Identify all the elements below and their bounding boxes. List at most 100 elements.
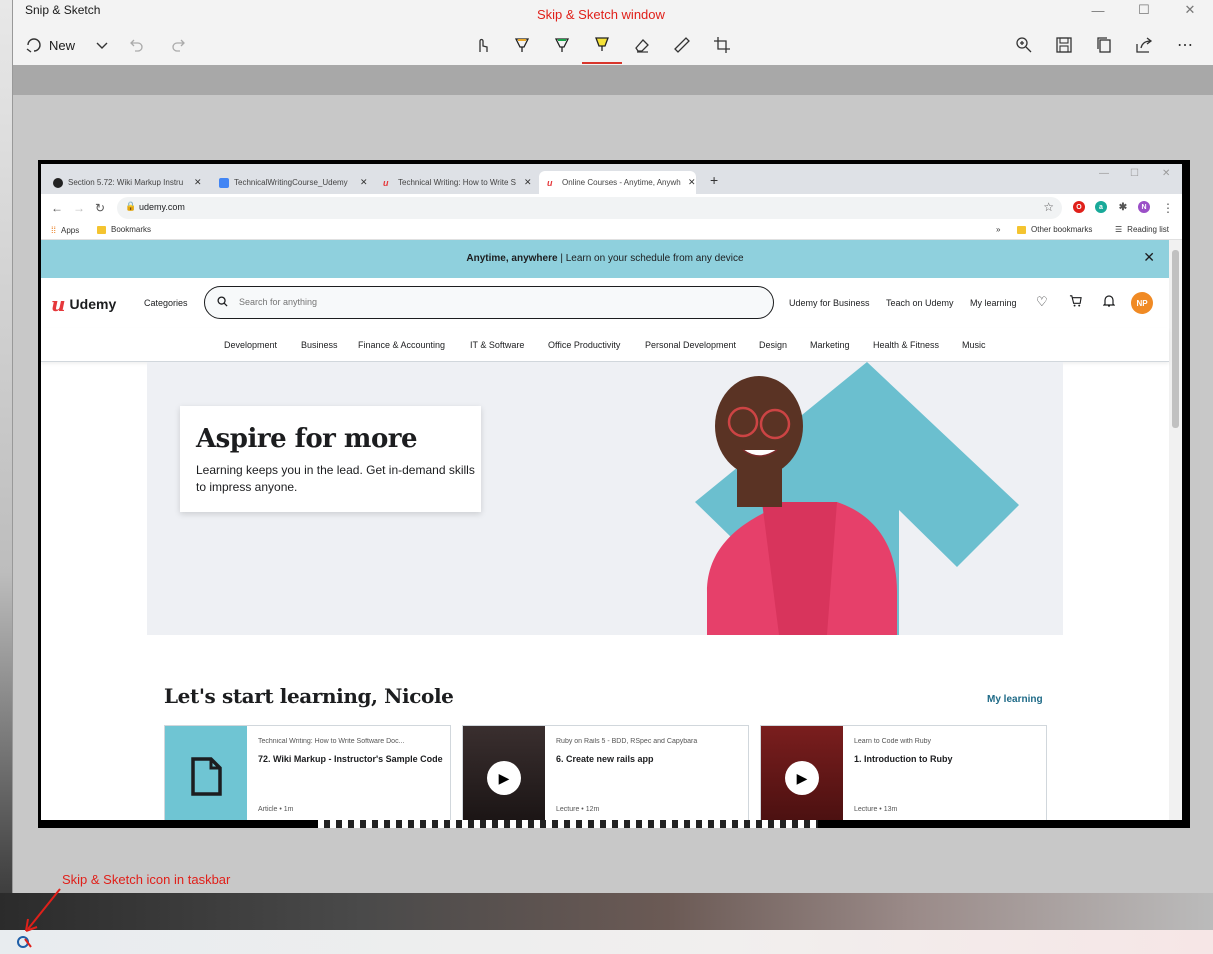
copy-button[interactable] <box>1095 32 1113 58</box>
ballpoint-pen-button[interactable] <box>513 32 531 58</box>
udemy-logo[interactable]: u Udemy <box>51 292 116 316</box>
close-button[interactable]: ✕ <box>1167 0 1213 20</box>
user-avatar[interactable]: NP <box>1131 292 1153 314</box>
browser-tab-bar: Section 5.72: Wiki Markup Instru ✕ Techn… <box>41 164 1182 194</box>
browser-tab[interactable]: u Technical Writing: How to Write S ✕ <box>375 171 532 194</box>
new-label: New <box>49 37 76 53</box>
profile-avatar[interactable]: N <box>1138 201 1150 213</box>
pencil-button[interactable] <box>553 32 571 58</box>
undo-icon <box>130 39 143 52</box>
reading-list-button[interactable]: ☰ Reading list <box>1115 225 1169 234</box>
ruler-icon <box>674 37 690 53</box>
wishlist-heart-icon[interactable]: ♡ <box>1036 294 1048 310</box>
my-learning-link[interactable]: My learning <box>970 298 1017 308</box>
category-link[interactable]: Business <box>301 340 338 350</box>
course-thumbnail <box>165 726 247 820</box>
chevron-down-icon <box>96 42 108 49</box>
reading-list-icon: ☰ <box>1115 225 1123 234</box>
close-tab-icon[interactable]: ✕ <box>194 177 202 188</box>
play-icon[interactable]: ▶ <box>487 761 521 795</box>
opera-extension-icon[interactable]: O <box>1073 201 1085 213</box>
desktop-background-left <box>0 0 12 954</box>
more-bookmarks-button[interactable]: » <box>996 225 1000 234</box>
touch-writing-icon <box>479 38 488 52</box>
close-tab-icon[interactable]: ✕ <box>524 177 532 188</box>
category-link[interactable]: Health & Fitness <box>873 340 939 350</box>
teach-on-udemy-link[interactable]: Teach on Udemy <box>886 298 954 308</box>
notifications-bell-icon[interactable] <box>1102 294 1116 310</box>
close-tab-icon[interactable]: ✕ <box>688 177 696 188</box>
search-bar[interactable] <box>204 286 774 319</box>
save-button[interactable] <box>1055 32 1073 58</box>
zoom-in-icon <box>1016 37 1032 53</box>
course-name: Technical Writing: How to Write Software… <box>258 738 405 745</box>
crop-button[interactable] <box>713 32 731 58</box>
bookmark-star-icon[interactable]: ☆ <box>1043 200 1054 214</box>
snip-and-sketch-window: Snip & Sketch — ☐ ✕ New ⋯ Section 5.72: … <box>12 0 1213 893</box>
reload-icon[interactable]: ↻ <box>95 201 105 215</box>
banner-close-icon[interactable]: ✕ <box>1143 249 1155 266</box>
course-card[interactable]: ▶ Ruby on Rails 5 - BDD, RSpec and Capyb… <box>462 725 749 820</box>
course-card[interactable]: ▶ Learn to Code with Ruby 1. Introductio… <box>760 725 1047 820</box>
browser-maximize-button[interactable]: ☐ <box>1130 168 1139 179</box>
tab-label: TechnicalWritingCourse_Udemy <box>234 178 348 187</box>
other-bookmarks-folder[interactable]: Other bookmarks <box>1017 225 1092 234</box>
minimize-button[interactable]: — <box>1075 0 1121 20</box>
ruler-button[interactable] <box>673 32 691 58</box>
grammarly-extension-icon[interactable]: a <box>1095 201 1107 213</box>
share-button[interactable] <box>1135 32 1153 58</box>
category-link[interactable]: Music <box>962 340 986 350</box>
new-snip-button[interactable]: New <box>25 32 75 58</box>
browser-minimize-button[interactable]: — <box>1099 168 1109 179</box>
browser-tab-active[interactable]: u Online Courses - Anytime, Anywh ✕ <box>539 171 696 194</box>
lecture-meta: Lecture • 12m <box>556 806 600 813</box>
page-scrollbar[interactable] <box>1169 240 1182 820</box>
category-link[interactable]: Design <box>759 340 787 350</box>
category-link[interactable]: Finance & Accounting <box>358 340 445 350</box>
snip-sketch-taskbar-icon[interactable] <box>15 933 33 951</box>
omnibox[interactable]: 🔒 udemy.com ☆ <box>117 197 1062 219</box>
category-link[interactable]: IT & Software <box>470 340 524 350</box>
folder-icon <box>1017 225 1026 234</box>
browser-menu-icon[interactable]: ⋮ <box>1162 201 1174 215</box>
highlighter-button[interactable] <box>593 32 611 58</box>
new-tab-button[interactable]: + <box>710 172 718 188</box>
course-thumbnail: ▶ <box>463 726 545 820</box>
annotation-arrow <box>25 888 61 932</box>
browser-window: Section 5.72: Wiki Markup Instru ✕ Techn… <box>41 164 1182 820</box>
redo-button[interactable] <box>170 32 186 58</box>
categories-menu[interactable]: Categories <box>144 298 188 308</box>
close-tab-icon[interactable]: ✕ <box>360 177 368 188</box>
captured-screenshot: Section 5.72: Wiki Markup Instru ✕ Techn… <box>38 160 1190 828</box>
apps-bookmark[interactable]: ⁞⁞ Apps <box>51 225 79 235</box>
zoom-button[interactable] <box>1015 32 1033 58</box>
forward-icon[interactable]: → <box>73 201 85 215</box>
new-dropdown-button[interactable] <box>95 32 109 58</box>
back-icon[interactable]: ← <box>51 201 63 215</box>
category-link[interactable]: Development <box>224 340 277 350</box>
my-learning-section-link[interactable]: My learning <box>987 694 1043 705</box>
browser-tab[interactable]: TechnicalWritingCourse_Udemy ✕ <box>211 171 368 194</box>
category-link[interactable]: Personal Development <box>645 340 736 350</box>
browser-close-button[interactable]: ✕ <box>1162 168 1170 179</box>
browser-tab[interactable]: Section 5.72: Wiki Markup Instru ✕ <box>45 171 202 194</box>
udemy-for-business-link[interactable]: Udemy for Business <box>789 298 870 308</box>
cart-icon[interactable] <box>1069 294 1082 310</box>
apps-grid-icon: ⁞⁞ <box>51 225 57 235</box>
other-bookmarks-label: Other bookmarks <box>1031 225 1093 234</box>
url-text[interactable]: udemy.com <box>139 202 185 212</box>
touch-writing-button[interactable] <box>473 32 491 58</box>
category-link[interactable]: Office Productivity <box>548 340 620 350</box>
eraser-button[interactable] <box>633 32 651 58</box>
category-link[interactable]: Marketing <box>810 340 850 350</box>
more-options-button[interactable]: ⋯ <box>1177 32 1195 58</box>
search-input[interactable] <box>239 297 739 307</box>
play-icon[interactable]: ▶ <box>785 761 819 795</box>
maximize-button[interactable]: ☐ <box>1121 0 1167 20</box>
scrollbar-thumb[interactable] <box>1172 250 1179 428</box>
extensions-puzzle-icon[interactable]: ✱ <box>1117 201 1129 213</box>
course-card[interactable]: Technical Writing: How to Write Software… <box>164 725 451 820</box>
window-title: Snip & Sketch <box>25 3 101 17</box>
bookmarks-folder[interactable]: Bookmarks <box>97 225 151 234</box>
undo-button[interactable] <box>129 32 145 58</box>
